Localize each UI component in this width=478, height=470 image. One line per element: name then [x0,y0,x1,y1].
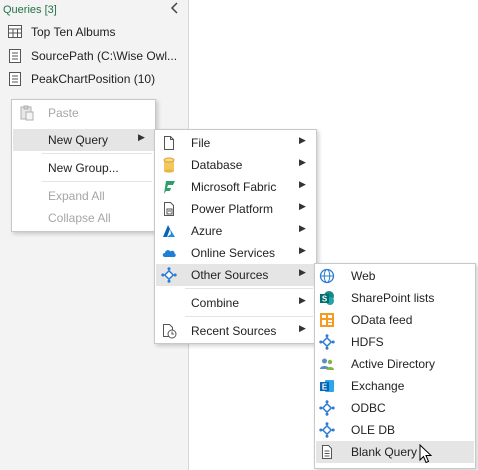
menu-item-label: Microsoft Fabric [191,180,277,194]
submenu-arrow-icon: ▶ [299,245,306,255]
query-item-label: SourcePath (C:\Wise Owl... [31,49,178,63]
menu-item-label: OData feed [351,313,413,327]
blank-query-icon [319,444,335,460]
mouse-pointer-icon [419,443,433,464]
chevron-left-icon[interactable] [170,1,180,18]
menu-item-new-group[interactable]: New Group... [13,157,154,179]
menu-item-label: Active Directory [351,357,436,371]
menu-item-file[interactable]: File ▶ [156,132,315,154]
menu-separator [42,153,152,154]
menu-item-odata-feed[interactable]: OData feed [316,309,474,331]
paste-icon [19,105,35,121]
menu-item-other-sources[interactable]: Other Sources ▶ [156,264,315,286]
menu-item-label: Expand All [48,189,105,203]
file-icon [161,135,177,151]
context-menu: Paste New Query ▶ New Group... Expand Al… [11,99,156,232]
menu-item-exchange[interactable]: E Exchange [316,375,474,397]
azure-icon [161,223,177,239]
menu-item-expand-all[interactable]: Expand All [13,185,154,207]
menu-item-microsoft-fabric[interactable]: Microsoft Fabric ▶ [156,176,315,198]
connector-icon [319,422,335,438]
menu-item-label: Paste [48,106,79,120]
menu-item-active-directory[interactable]: Active Directory [316,353,474,375]
globe-icon [319,268,335,284]
menu-item-power-platform[interactable]: Power Platform ▶ [156,198,315,220]
submenu-arrow-icon: ▶ [299,201,306,211]
menu-item-collapse-all[interactable]: Collapse All [13,207,154,229]
menu-item-database[interactable]: Database ▶ [156,154,315,176]
svg-text:S: S [322,295,328,304]
menu-item-paste[interactable]: Paste [13,102,154,124]
parameter-icon [8,72,21,86]
connector-icon [319,334,335,350]
menu-item-label: Database [191,158,243,172]
submenu-arrow-icon: ▶ [299,135,306,145]
menu-item-label: Exchange [351,379,405,393]
svg-text:E: E [322,383,328,392]
parameter-icon [8,49,21,63]
other-sources-submenu: Web S SharePoint lists OData feed HDFS A… [314,263,476,469]
menu-item-label: New Group... [48,161,119,175]
menu-item-label: OLE DB [351,423,396,437]
query-item-top-ten-albums[interactable]: Top Ten Albums [0,21,188,43]
menu-item-blank-query[interactable]: Blank Query [316,441,474,463]
menu-item-label: Combine [191,296,240,310]
menu-item-label: Blank Query [351,445,418,459]
fabric-icon [161,179,177,195]
submenu-arrow-icon: ▶ [299,323,306,333]
power-platform-icon [161,201,177,217]
submenu-arrow-icon: ▶ [299,295,306,305]
database-icon [161,157,177,173]
cloud-icon [161,245,177,261]
menu-item-label: Collapse All [48,211,111,225]
menu-separator [42,181,152,182]
menu-item-odbc[interactable]: ODBC [316,397,474,419]
queries-pane-title: Queries [3] [3,4,57,16]
menu-item-new-query[interactable]: New Query ▶ [13,129,154,151]
menu-item-recent-sources[interactable]: Recent Sources ▶ [156,320,315,342]
menu-separator [185,316,313,317]
submenu-arrow-icon: ▶ [299,267,306,277]
menu-item-label: Azure [191,224,223,238]
menu-separator [185,288,313,289]
menu-item-azure[interactable]: Azure ▶ [156,220,315,242]
query-item-sourcepath[interactable]: SourcePath (C:\Wise Owl... [0,45,188,67]
menu-item-hdfs[interactable]: HDFS [316,331,474,353]
submenu-arrow-icon: ▶ [299,157,306,167]
exchange-icon: E [319,378,335,394]
submenu-arrow-icon: ▶ [299,179,306,189]
query-item-peakchartposition[interactable]: PeakChartPosition (10) [0,68,188,90]
queries-pane-header: Queries [3] [0,0,188,20]
menu-item-label: Web [351,269,376,283]
other-sources-icon [161,267,177,283]
menu-item-online-services[interactable]: Online Services ▶ [156,242,315,264]
menu-item-ole-db[interactable]: OLE DB [316,419,474,441]
menu-item-label: Other Sources [191,268,269,282]
users-icon [319,356,335,372]
table-icon [8,25,22,38]
sharepoint-icon: S [319,290,335,306]
menu-item-label: HDFS [351,335,384,349]
recent-sources-icon [161,323,177,339]
new-query-submenu: File ▶ Database ▶ Microsoft Fabric ▶ Pow… [154,129,317,344]
query-item-label: PeakChartPosition (10) [31,72,156,86]
menu-item-label: Online Services [191,246,276,260]
menu-item-label: New Query [48,133,109,147]
connector-icon [319,400,335,416]
menu-item-label: Power Platform [191,202,274,216]
menu-item-label: File [191,136,211,150]
submenu-arrow-icon: ▶ [299,223,306,233]
menu-item-label: Recent Sources [191,324,277,338]
menu-item-label: ODBC [351,401,386,415]
menu-item-sharepoint-lists[interactable]: S SharePoint lists [316,287,474,309]
odata-icon [319,312,335,328]
submenu-arrow-icon: ▶ [138,132,145,142]
query-item-label: Top Ten Albums [31,25,116,39]
menu-item-label: SharePoint lists [351,291,435,305]
menu-item-web[interactable]: Web [316,265,474,287]
menu-item-combine[interactable]: Combine ▶ [156,292,315,314]
